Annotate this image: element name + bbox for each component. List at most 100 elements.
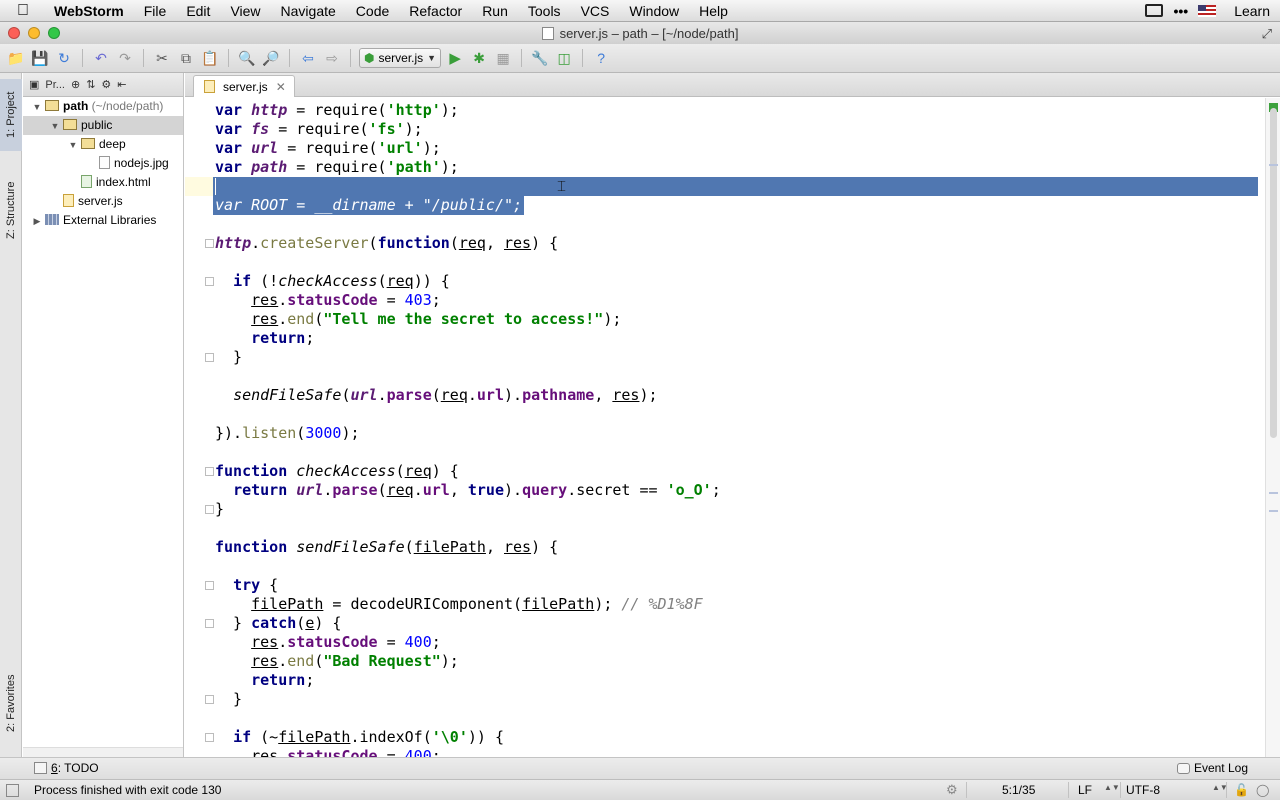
redo-icon[interactable]: ↷ [115, 48, 135, 68]
event-log-button[interactable]: Event Log [1176, 761, 1248, 775]
copy-icon[interactable]: ⧉ [176, 48, 196, 68]
code-line[interactable]: var fs = require('fs'); [215, 120, 423, 139]
code-line[interactable]: res.end("Bad Request"); [215, 652, 459, 671]
tree-item-public[interactable]: ▼ public [23, 116, 183, 135]
project-view-icon[interactable]: ▣ [29, 78, 39, 91]
menu-view[interactable]: View [220, 0, 270, 22]
tab-structure[interactable]: Z: Structure [0, 169, 22, 251]
tree-item-deep[interactable]: ▼ deep [23, 135, 183, 154]
project-view-select[interactable]: Pr... [45, 79, 65, 91]
error-stripe-mark[interactable] [1269, 164, 1278, 166]
save-all-icon[interactable]: 💾 [30, 48, 50, 68]
open-folder-icon[interactable]: 📁 [6, 48, 26, 68]
fold-marker-icon[interactable] [205, 619, 214, 628]
paste-icon[interactable]: 📋 [200, 48, 220, 68]
tree-item-external-libraries[interactable]: ▶ External Libraries [23, 211, 183, 230]
menu-tools[interactable]: Tools [518, 0, 571, 22]
fold-marker-icon[interactable] [205, 239, 214, 248]
inspector-icon[interactable]: ◯ [1256, 783, 1269, 797]
fold-marker-icon[interactable] [205, 277, 214, 286]
background-tasks-icon[interactable]: ⚙ [946, 782, 958, 798]
code-line[interactable]: } catch(e) { [215, 614, 341, 633]
back-icon[interactable]: ⇦ [298, 48, 318, 68]
code-line[interactable]: sendFileSafe(url.parse(req.url).pathname… [215, 386, 657, 405]
us-flag-icon[interactable] [1198, 4, 1217, 17]
menu-run[interactable]: Run [472, 0, 518, 22]
minimize-window-button[interactable] [28, 27, 40, 39]
menu-app-name[interactable]: WebStorm [46, 0, 134, 22]
caret-position[interactable]: 5:1/35 [1002, 783, 1035, 797]
code-line[interactable]: return url.parse(req.url, true).query.se… [215, 481, 721, 500]
line-separator-arrows-icon[interactable]: ▲▼ [1104, 783, 1120, 792]
expand-arrow-icon[interactable]: ▼ [31, 98, 43, 117]
code-line[interactable]: } [215, 348, 242, 367]
fold-marker-icon[interactable] [205, 733, 214, 742]
code-line[interactable]: return; [215, 671, 314, 690]
error-stripe-mark[interactable] [1269, 510, 1278, 512]
menu-file[interactable]: File [134, 0, 177, 22]
status-message[interactable]: Process finished with exit code 130 [34, 783, 221, 797]
code-line[interactable]: filePath = decodeURIComponent(filePath);… [215, 595, 703, 614]
forward-icon[interactable]: ⇨ [322, 48, 342, 68]
tree-item-path[interactable]: ▼ path (~/node/path) [23, 97, 183, 116]
code-line[interactable]: if (~filePath.indexOf('\0')) { [215, 728, 504, 747]
expand-arrow-icon[interactable]: ▼ [49, 117, 61, 136]
error-stripe[interactable] [1265, 98, 1280, 757]
expand-arrow-icon[interactable]: ▼ [67, 136, 79, 155]
tool-windows-toggle-icon[interactable] [6, 784, 19, 797]
tree-item-index-html[interactable]: index.html [23, 173, 183, 192]
run-icon[interactable]: ▶ [445, 48, 465, 68]
fullscreen-icon[interactable]: ⤢ [1262, 26, 1272, 42]
editor-gutter[interactable] [185, 98, 213, 757]
code-line[interactable]: if (!checkAccess(req)) { [215, 272, 450, 291]
cut-icon[interactable]: ✂ [152, 48, 172, 68]
fold-marker-icon[interactable] [205, 695, 214, 704]
more-icon[interactable]: ••• [1173, 3, 1188, 19]
vertical-scrollbar[interactable] [1270, 108, 1277, 438]
stop-icon[interactable]: ▦ [493, 48, 513, 68]
run-configuration-select[interactable]: ⬢ server.js ▼ [359, 48, 442, 68]
undo-icon[interactable]: ↶ [91, 48, 111, 68]
project-structure-icon[interactable]: ◫ [554, 48, 574, 68]
line-separator[interactable]: LF [1078, 783, 1092, 797]
collapse-all-icon[interactable]: ⇅ [86, 78, 95, 91]
scroll-from-source-icon[interactable]: ⊕ [71, 78, 80, 91]
menu-edit[interactable]: Edit [176, 0, 220, 22]
code-line[interactable]: } [215, 500, 224, 519]
code-line[interactable]: res.end("Tell me the secret to access!")… [215, 310, 621, 329]
find-icon[interactable]: 🔍 [237, 48, 257, 68]
menu-learn[interactable]: Learn [1234, 3, 1270, 19]
tab-server-js[interactable]: server.js ✕ [193, 75, 295, 97]
code-line[interactable]: res.statusCode = 400; [215, 633, 441, 652]
zoom-window-button[interactable] [48, 27, 60, 39]
replace-icon[interactable]: 🔎 [261, 48, 281, 68]
settings-icon[interactable]: 🔧 [530, 48, 550, 68]
code-line[interactable]: res.statusCode = 403; [215, 291, 441, 310]
code-editor[interactable]: var http = require('http'); var fs = requ… [185, 98, 1265, 757]
tab-project[interactable]: 1: Project [0, 79, 22, 151]
close-icon[interactable]: ✕ [276, 80, 286, 94]
menu-window[interactable]: Window [619, 0, 689, 22]
code-line[interactable]: var path = require('path'); [215, 158, 459, 177]
code-line[interactable]: function sendFileSafe(filePath, res) { [215, 538, 558, 557]
code-line[interactable]: } [215, 690, 242, 709]
code-line[interactable]: function checkAccess(req) { [215, 462, 459, 481]
horizontal-scrollbar[interactable] [23, 747, 183, 757]
help-icon[interactable]: ? [591, 48, 611, 68]
lock-icon[interactable]: 🔓 [1234, 783, 1249, 797]
code-line[interactable]: return; [215, 329, 314, 348]
menu-vcs[interactable]: VCS [571, 0, 620, 22]
menu-help[interactable]: Help [689, 0, 738, 22]
code-line[interactable]: http.createServer(function(req, res) { [215, 234, 558, 253]
code-line[interactable]: var url = require('url'); [215, 139, 441, 158]
synchronize-icon[interactable]: ↻ [54, 48, 74, 68]
close-window-button[interactable] [8, 27, 20, 39]
menu-refactor[interactable]: Refactor [399, 0, 472, 22]
debug-icon[interactable]: ✱ [469, 48, 489, 68]
todo-tool-button[interactable]: 6: TODO [34, 761, 99, 775]
menu-navigate[interactable]: Navigate [271, 0, 346, 22]
menu-code[interactable]: Code [346, 0, 399, 22]
tab-favorites[interactable]: 2: Favorites [0, 659, 22, 747]
code-line[interactable]: }).listen(3000); [215, 424, 360, 443]
code-line[interactable]: var http = require('http'); [215, 101, 459, 120]
